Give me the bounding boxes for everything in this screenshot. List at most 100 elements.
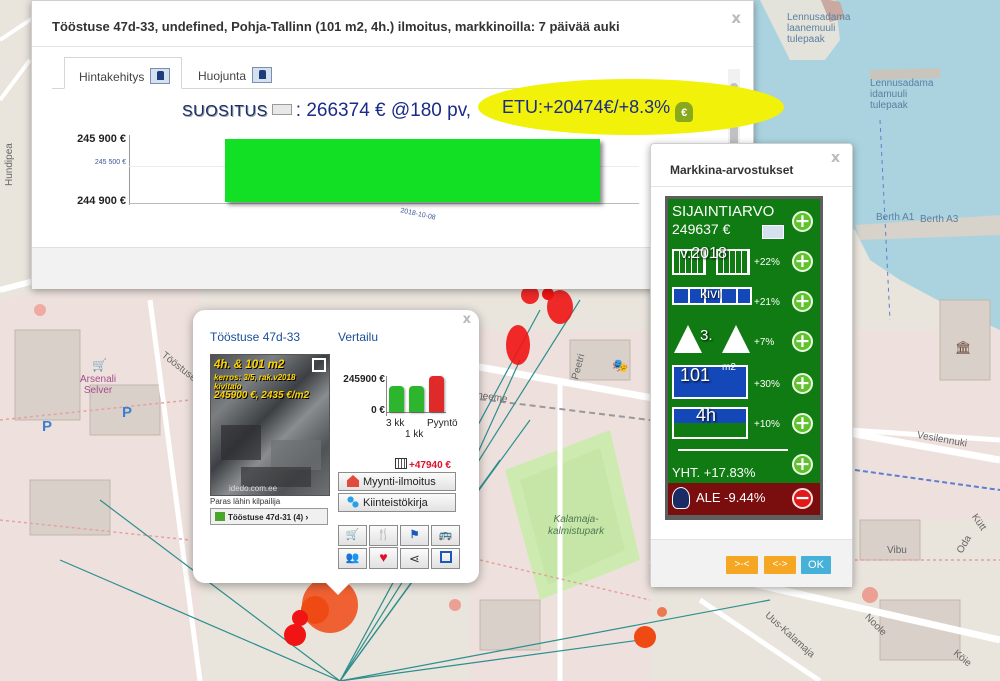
close-icon[interactable]: x [731,9,741,27]
close-icon[interactable]: x [831,150,840,166]
location-value-label: SIJAINTIARVO [672,203,775,220]
close-icon[interactable]: x [463,312,471,327]
flag-icon-button[interactable]: ⚑ [400,525,429,546]
area-value: 101 [680,365,711,385]
listing-button[interactable]: Myynti-ilmoitus [338,472,456,491]
mini-bars [387,376,447,412]
ok-button[interactable]: OK [801,556,831,574]
suositus-label: SUOSITUS [182,103,268,120]
mini-x-axis [386,412,446,413]
valuation-box: SIJAINTIARVO 249637 € + v.2018 +22% + ki… [665,196,823,520]
map-label-berth-a3: Berth A3 [920,214,959,225]
parking-icon-2: P [122,404,133,421]
cart-icon-button[interactable]: 🛒 [338,525,367,546]
theater-icon: 🎭 [612,358,629,373]
photo-watermark: idedo.com.ee [229,484,278,493]
registry-button[interactable]: Kiinteistökirja [338,493,456,512]
area-unit: m2 [722,362,736,373]
people-icon-button[interactable]: 👥 [338,548,367,569]
location-plus-button[interactable]: + [792,211,813,232]
restaurant-icon-button[interactable]: 🍴 [369,525,398,546]
mini-label-pyynto: Pyyntö [427,418,458,429]
suositus-info-button[interactable] [271,104,292,115]
material-plus-button[interactable]: + [792,291,813,312]
tab-huojunta[interactable]: Huojunta [184,57,292,89]
discount-minus-button[interactable]: − [792,488,813,509]
mini-y-zero: 0 € [371,405,385,416]
registry-icon [347,496,359,508]
transport-icon-button[interactable]: 🚌 [431,525,460,546]
year-pct: +22% [754,257,780,268]
map-label-hundipea: Hundipea [4,143,15,186]
tab-hintakehitys[interactable]: Hintakehitys [64,57,182,89]
price-diff-value: +47940 € [409,460,451,471]
competitor-label: Tööstuse 47d-31 (4) [228,513,304,522]
map-label-lighthouse-east: Lennusadama idamuuli tulepaak [870,78,934,111]
mini-bar-pyyntö [429,376,444,412]
people-icon: 👥 [345,552,360,564]
discount-row: ALE -9.44% − [668,483,820,515]
parking-icon: P [42,418,53,435]
year-plus-button[interactable]: + [792,251,813,272]
price-diff: +47940 € [395,458,451,471]
best-competitor-label: Paras lähin kilpailija [210,497,281,506]
discount-value: ALE -9.44% [696,490,766,505]
bus-icon: 🚌 [438,529,453,541]
floor-plus-button[interactable]: + [792,331,813,352]
x-axis [129,203,639,204]
window-footer: >- [32,247,753,289]
tab-label: Huojunta [198,69,247,83]
price-history-window: Tööstuse 47d-33, undefined, Pohja-Tallin… [31,0,784,289]
area-plus-button[interactable]: + [792,373,813,394]
expand-button[interactable]: <-> [764,556,796,574]
person-icon[interactable] [762,225,784,239]
mini-label-1kk: 1 kk [405,429,424,440]
property-photo[interactable]: 4h. & 101 m2 kerros: 3/5, rak.v2018 kivi… [210,354,330,496]
stairs-icon [722,325,750,353]
build-year: v.2018 [680,245,727,262]
competitor-button[interactable]: Tööstuse 47d-31 (4) › [210,508,328,525]
y-tick-bottom: 244 900 € [77,195,126,207]
favorite-button[interactable]: ♥ [369,547,398,569]
share-icon: ⋖ [409,551,420,566]
flag-icon: ⚑ [409,529,420,541]
house-icon [347,475,359,487]
valuation-factors: SIJAINTIARVO 249637 € + v.2018 +22% + ki… [668,199,820,483]
rooms-plus-button[interactable]: + [792,413,813,434]
mini-bar-1-kk [409,386,424,412]
location-value: 249637 € [672,221,731,237]
suositus-row: SUOSITUS : 266374 € @180 pv, [182,100,471,122]
y-tick-top: 245 900 € [77,133,126,145]
rooms-value: 4h [696,405,717,425]
address-link[interactable]: Tööstuse 47d-33 [210,330,300,344]
mini-y-top: 245900 € [343,374,385,385]
area-pct: +30% [754,379,780,390]
share-button[interactable]: ⋖ [400,548,429,569]
print-icon [439,551,452,563]
map-label-lighthouse-west: Lennusadama laanemuuli tulepaak [787,12,851,45]
y-tick-mid: 245 500 € [94,159,126,166]
total-divider [678,449,788,451]
museum-icon: 🏛 [955,340,972,355]
map-label-berth-a1: Berth A1 [876,212,915,223]
person-icon [150,68,171,84]
rooms-pct: +10% [754,419,780,430]
suositus-value: : 266374 € @180 pv, [295,100,472,121]
material-pct: +21% [754,297,780,308]
shrink-button[interactable]: >-< [726,556,758,574]
compare-link[interactable]: Vertailu [338,330,378,344]
external-link-icon[interactable] [312,358,326,372]
map-label-selver: Arsenali Selver [80,374,117,396]
market-valuation-panel: Markkina-arvostukset x SIJAINTIARVO 2496… [650,143,853,587]
etu-text: ETU:+20474€/+8.3% [502,97,671,117]
photo-price: 245900 €, 2435 €/m2 [214,390,310,401]
hand-icon [672,487,690,509]
tab-label: Hintakehitys [79,70,145,84]
chart-bar-2018-10-08 [225,139,600,202]
etu-value: ETU:+20474€/+8.3% € [502,97,694,122]
photo-roof [221,425,261,460]
listing-button-label: Myynti-ilmoitus [363,476,436,488]
total-plus-button[interactable]: + [792,454,813,475]
total-value: YHT. +17.83% [672,465,756,480]
print-button[interactable] [431,548,460,569]
